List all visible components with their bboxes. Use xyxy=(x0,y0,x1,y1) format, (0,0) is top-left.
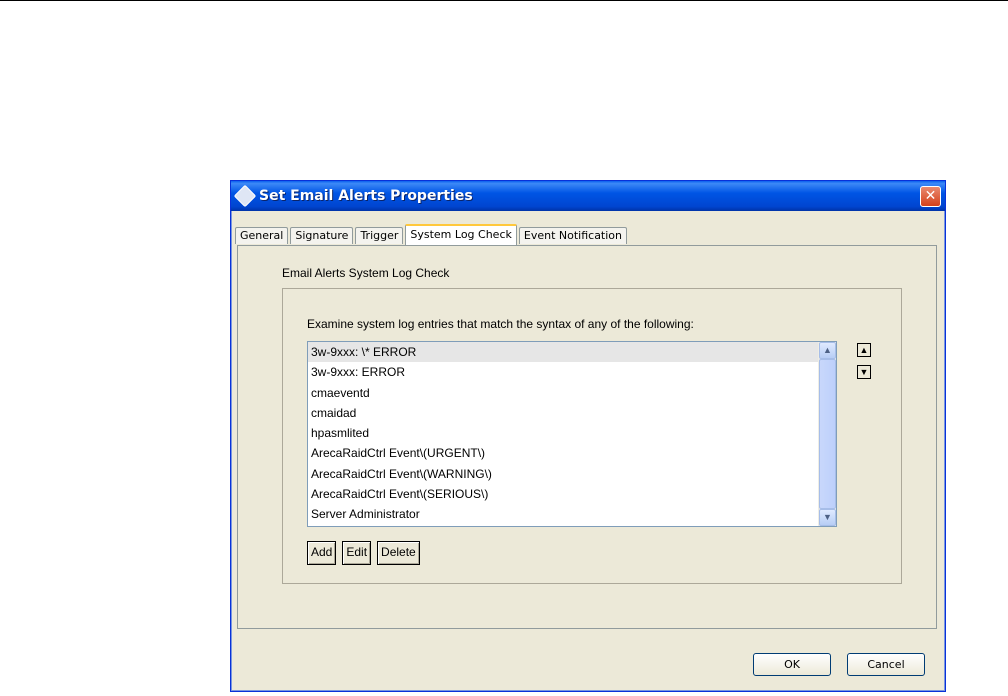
scroll-down-button[interactable]: ▼ xyxy=(819,509,836,526)
tab-label: General xyxy=(240,229,284,242)
tab-system-log-check[interactable]: System Log Check xyxy=(405,224,517,245)
tab-label: System Log Check xyxy=(410,228,512,241)
log-pattern-list[interactable]: 3w-9xxx: \* ERROR 3w-9xxx: ERROR cmaeven… xyxy=(307,341,837,527)
panel-heading: Email Alerts System Log Check xyxy=(282,266,450,280)
list-item[interactable]: cmaeventd xyxy=(308,383,836,403)
tab-label: Event Notification xyxy=(523,229,622,242)
move-down-arrow-icon: ▼ xyxy=(859,367,869,377)
scroll-up-arrow-icon: ▲ xyxy=(823,345,832,355)
list-action-buttons: Add Edit Delete xyxy=(307,541,420,565)
list-scrollbar[interactable]: ▲ ▼ xyxy=(818,342,836,526)
move-up-arrow-icon: ▲ xyxy=(859,345,869,355)
add-button[interactable]: Add xyxy=(307,541,337,565)
title-bar[interactable]: Set Email Alerts Properties ✕ xyxy=(231,181,945,211)
scroll-up-button[interactable]: ▲ xyxy=(819,342,836,359)
tab-trigger[interactable]: Trigger xyxy=(355,227,404,244)
tab-signature[interactable]: Signature xyxy=(290,227,354,244)
email-alerts-properties-dialog: Set Email Alerts Properties ✕ General Si… xyxy=(230,180,946,692)
log-check-group: Examine system log entries that match th… xyxy=(282,288,902,584)
tab-label: Signature xyxy=(295,229,349,242)
app-diamond-icon xyxy=(233,184,257,208)
close-button[interactable]: ✕ xyxy=(920,186,941,207)
edit-button[interactable]: Edit xyxy=(342,541,372,565)
delete-button[interactable]: Delete xyxy=(377,541,420,565)
list-item[interactable]: Server Administrator xyxy=(308,504,836,524)
tab-event-notification[interactable]: Event Notification xyxy=(518,227,627,244)
ok-button[interactable]: OK xyxy=(753,653,831,676)
list-item[interactable]: hpasmlited xyxy=(308,423,836,443)
scroll-thumb[interactable] xyxy=(819,359,836,509)
tab-strip: General Signature Trigger System Log Che… xyxy=(235,224,629,245)
list-item[interactable]: ArecaRaidCtrl Event\(WARNING\) xyxy=(308,464,836,484)
page-top-rule xyxy=(0,0,1008,1)
tab-panel: Email Alerts System Log Check Examine sy… xyxy=(237,245,937,629)
move-down-button[interactable]: ▼ xyxy=(857,365,871,379)
tab-general[interactable]: General xyxy=(235,227,289,244)
instruction-text: Examine system log entries that match th… xyxy=(307,317,694,331)
list-item[interactable]: ArecaRaidCtrl Event\(SERIOUS\) xyxy=(308,484,836,504)
tab-label: Trigger xyxy=(360,229,399,242)
move-up-button[interactable]: ▲ xyxy=(857,343,871,357)
scroll-down-arrow-icon: ▼ xyxy=(823,512,832,522)
list-item[interactable]: 3w-9xxx: ERROR xyxy=(308,362,836,382)
close-icon: ✕ xyxy=(924,188,937,204)
cancel-button[interactable]: Cancel xyxy=(847,653,925,676)
list-item[interactable]: 3w-9xxx: \* ERROR xyxy=(308,342,836,363)
list-item[interactable]: cmaidad xyxy=(308,403,836,423)
dialog-title: Set Email Alerts Properties xyxy=(259,188,473,204)
list-item[interactable]: ArecaRaidCtrl Event\(URGENT\) xyxy=(308,443,836,463)
